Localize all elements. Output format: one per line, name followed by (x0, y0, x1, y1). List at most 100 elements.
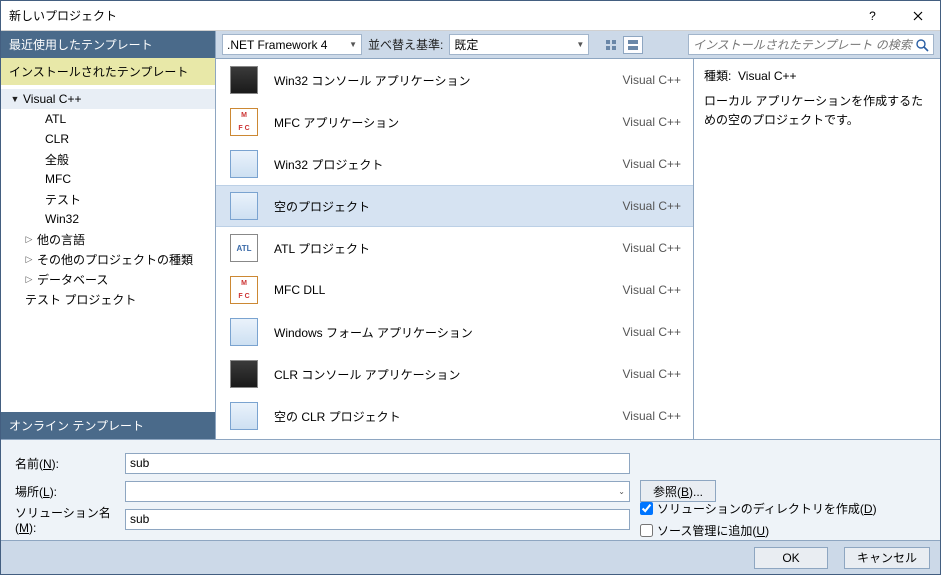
framework-combo[interactable]: .NET Framework 4 ▼ (222, 34, 362, 55)
center-pane: .NET Framework 4 ▼ 並べ替え基準: 既定 ▼ (216, 31, 940, 439)
tree-item-clr[interactable]: CLR (1, 129, 215, 149)
project-icon (230, 192, 258, 220)
mfc-icon: MF C (230, 108, 258, 136)
chevron-down-icon: ⌄ (618, 487, 625, 496)
footer: OK キャンセル (1, 540, 940, 574)
sort-combo[interactable]: 既定 ▼ (449, 34, 589, 55)
solution-name-label: ソリューション名(M): (15, 504, 125, 535)
sidebar-cap-recent[interactable]: 最近使用したテンプレート (1, 31, 215, 58)
template-name: Win32 コンソール アプリケーション (274, 72, 609, 89)
template-name: ATL プロジェクト (274, 240, 609, 257)
template-name: MFC アプリケーション (274, 114, 609, 131)
sort-label: 並べ替え基準: (368, 36, 443, 53)
tree-item-atl[interactable]: ATL (1, 109, 215, 129)
content-split: Win32 コンソール アプリケーション Visual C++ MF C MFC アプ… (216, 59, 940, 439)
create-dir-checkbox-row[interactable]: ソリューションのディレクトリを作成(D) (640, 498, 877, 518)
titlebar: 新しいプロジェクト ? (1, 1, 940, 31)
template-row[interactable]: MF C MFC DLL Visual C++ (216, 269, 693, 311)
template-row[interactable]: Windows フォーム アプリケーションVisual C++ (216, 311, 693, 353)
tree-item-test-proj[interactable]: テスト プロジェクト (1, 289, 215, 309)
details-type-label: 種類: (704, 69, 731, 83)
template-row[interactable]: Win32 コンソール アプリケーション Visual C++ (216, 59, 693, 101)
details-pane: 種類: Visual C++ ローカル アプリケーションを作成するための空のプロ… (694, 59, 940, 439)
create-dir-label: ソリューションのディレクトリを作成(D) (657, 500, 877, 517)
name-label: 名前(N): (15, 455, 125, 472)
framework-value: .NET Framework 4 (227, 38, 327, 52)
tree-item-test[interactable]: テスト (1, 189, 215, 209)
template-lang: Visual C++ (623, 325, 681, 339)
template-list[interactable]: Win32 コンソール アプリケーション Visual C++ MF C MFC アプ… (216, 59, 694, 439)
template-lang: Visual C++ (623, 283, 681, 297)
chevron-right-icon: ▷ (23, 234, 35, 245)
template-row[interactable]: Win32 プロジェクト Visual C++ (216, 143, 693, 185)
template-row[interactable]: 空の CLR プロジェクト Visual C++ (216, 395, 693, 437)
view-toggle (601, 36, 643, 54)
template-row[interactable]: CLR コンソール アプリケーション Visual C++ (216, 353, 693, 395)
template-name: Win32 プロジェクト (274, 156, 609, 173)
template-lang: Visual C++ (623, 241, 681, 255)
view-small-icons-button[interactable] (601, 36, 621, 54)
chevron-down-icon: ▼ (9, 94, 21, 104)
project-icon (230, 150, 258, 178)
mfc-icon: MF C (230, 276, 258, 304)
tree-item-general[interactable]: 全般 (1, 149, 215, 169)
template-lang: Visual C++ (623, 157, 681, 171)
grid-small-icon (605, 39, 617, 51)
template-row[interactable]: 空のプロジェクト Visual C++ (216, 185, 693, 227)
ok-button[interactable]: OK (754, 547, 828, 569)
template-lang: Visual C++ (623, 73, 681, 87)
close-button[interactable] (895, 1, 940, 31)
chevron-right-icon: ▷ (23, 254, 35, 265)
tree-item-other-lang[interactable]: ▷他の言語 (1, 229, 215, 249)
sidebar: 最近使用したテンプレート インストールされたテンプレート ▼ Visual C+… (1, 31, 216, 439)
tree-item-other-proj[interactable]: ▷その他のプロジェクトの種類 (1, 249, 215, 269)
tree-item-database[interactable]: ▷データベース (1, 269, 215, 289)
window-title: 新しいプロジェクト (9, 7, 850, 24)
tree-item-mfc[interactable]: MFC (1, 169, 215, 189)
template-name: MFC DLL (274, 283, 609, 297)
template-row[interactable]: MF C MFC アプリケーション Visual C++ (216, 101, 693, 143)
cancel-button[interactable]: キャンセル (844, 547, 930, 569)
source-control-checkbox[interactable] (640, 524, 653, 537)
sidebar-cap-online[interactable]: オンライン テンプレート (1, 412, 215, 439)
search-box[interactable] (688, 34, 934, 55)
source-control-checkbox-row[interactable]: ソース管理に追加(U) (640, 520, 877, 540)
template-lang: Visual C++ (623, 367, 681, 381)
template-lang: Visual C++ (623, 409, 681, 423)
solution-name-input[interactable] (125, 509, 630, 530)
template-lang: Visual C++ (623, 199, 681, 213)
toolbar: .NET Framework 4 ▼ 並べ替え基準: 既定 ▼ (216, 31, 940, 59)
template-tree: ▼ Visual C++ ATL CLR 全般 MFC テスト Win32 ▷他… (1, 85, 215, 412)
tree-label: Visual C++ (21, 92, 81, 106)
console-icon (230, 360, 258, 388)
template-row[interactable]: ATLATL プロジェクトVisual C++ (216, 227, 693, 269)
name-input[interactable] (125, 453, 630, 474)
view-medium-icons-button[interactable] (623, 36, 643, 54)
grid-medium-icon (627, 39, 639, 51)
project-icon (230, 402, 258, 430)
chevron-right-icon: ▷ (23, 274, 35, 285)
template-name: 空の CLR プロジェクト (274, 408, 609, 425)
help-button[interactable]: ? (850, 1, 895, 31)
sort-value: 既定 (454, 36, 478, 53)
sidebar-cap-installed[interactable]: インストールされたテンプレート (1, 58, 215, 85)
close-icon (913, 11, 923, 21)
console-icon (230, 66, 258, 94)
project-icon (230, 318, 258, 346)
main-area: 最近使用したテンプレート インストールされたテンプレート ▼ Visual C+… (1, 31, 940, 439)
tree-item-win32[interactable]: Win32 (1, 209, 215, 229)
location-combo[interactable]: ⌄ (125, 481, 630, 502)
source-control-label: ソース管理に追加(U) (657, 522, 769, 539)
template-name: CLR コンソール アプリケーション (274, 366, 609, 383)
details-description: ローカル アプリケーションを作成するための空のプロジェクトです。 (704, 92, 930, 130)
chevron-down-icon: ▼ (349, 40, 357, 49)
details-type-value: Visual C++ (738, 69, 796, 83)
location-label: 場所(L): (15, 483, 125, 500)
template-name: 空のプロジェクト (274, 198, 609, 215)
chevron-down-icon: ▼ (576, 40, 584, 49)
template-lang: Visual C++ (623, 115, 681, 129)
search-icon[interactable] (915, 38, 929, 52)
create-dir-checkbox[interactable] (640, 502, 653, 515)
tree-item-vcpp[interactable]: ▼ Visual C++ (1, 89, 215, 109)
search-input[interactable] (693, 38, 915, 52)
